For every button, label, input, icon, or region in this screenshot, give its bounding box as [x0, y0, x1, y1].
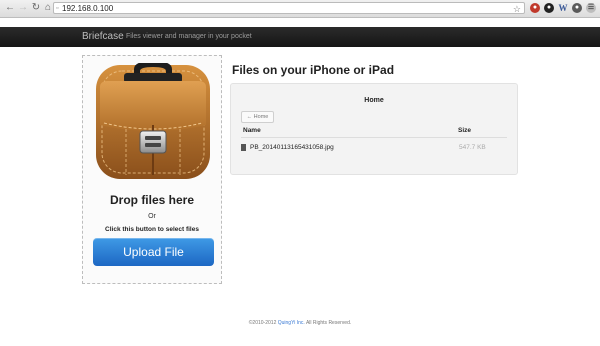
- column-header-size[interactable]: Size: [458, 127, 471, 134]
- footer-company-link[interactable]: QuingYi Inc.: [278, 320, 305, 326]
- home-button[interactable]: ← Home: [241, 111, 274, 123]
- files-panel: Home ← Home Name Size PB_201401131654310…: [230, 83, 518, 175]
- address-bar[interactable]: ▫ 192.168.0.100 ☆: [53, 2, 525, 14]
- star-icon[interactable]: ☆: [513, 3, 521, 15]
- dark-globe-icon[interactable]: ●: [544, 3, 554, 13]
- wikipedia-icon[interactable]: W: [558, 3, 568, 13]
- back-arrow-icon[interactable]: ←: [4, 2, 16, 14]
- column-header-name[interactable]: Name: [243, 127, 261, 134]
- forward-arrow-icon[interactable]: →: [17, 2, 29, 14]
- brand-link[interactable]: Briefcase: [82, 31, 124, 42]
- settings-icon[interactable]: ☰: [586, 3, 596, 13]
- browser-toolbar: ← → ↻ ⌂ ▫ 192.168.0.100 ☆ ● ● W ● ☰: [0, 0, 600, 18]
- briefcase-icon: [96, 63, 210, 179]
- home-button-label: Home: [253, 114, 269, 120]
- file-name-link[interactable]: PB_20140113165431058.jpg: [250, 144, 334, 151]
- table-divider: [241, 137, 507, 138]
- table-row[interactable]: PB_20140113165431058.jpg 547.7 KB: [241, 143, 507, 155]
- app-navbar: Briefcase Files viewer and manager in yo…: [0, 27, 600, 47]
- circle-icon[interactable]: ●: [572, 3, 582, 13]
- reload-icon[interactable]: ↻: [30, 2, 42, 14]
- file-icon: [241, 144, 246, 151]
- current-folder-title: Home: [364, 97, 384, 104]
- upload-file-button[interactable]: Upload File: [93, 238, 214, 266]
- footer: ©2010-2012 QuingYi Inc. All Rights Reser…: [0, 320, 600, 326]
- tagline: Files viewer and manager in your pocket: [126, 33, 252, 40]
- adblock-icon[interactable]: ●: [530, 3, 540, 13]
- url-text: 192.168.0.100: [62, 4, 114, 13]
- drop-zone[interactable]: Drop files here Or Click this button to …: [82, 55, 222, 284]
- page-icon: ▫: [56, 5, 59, 12]
- footer-suffix: All Rights Reserved.: [305, 320, 352, 326]
- left-arrow-icon: ←: [246, 114, 253, 120]
- footer-prefix: ©2010-2012: [248, 320, 277, 326]
- drop-instructions: Click this button to select files: [105, 226, 199, 233]
- files-title: Files on your iPhone or iPad: [232, 63, 395, 77]
- drop-or-label: Or: [148, 213, 156, 220]
- drop-title: Drop files here: [109, 193, 195, 207]
- file-size: 547.7 KB: [459, 144, 486, 151]
